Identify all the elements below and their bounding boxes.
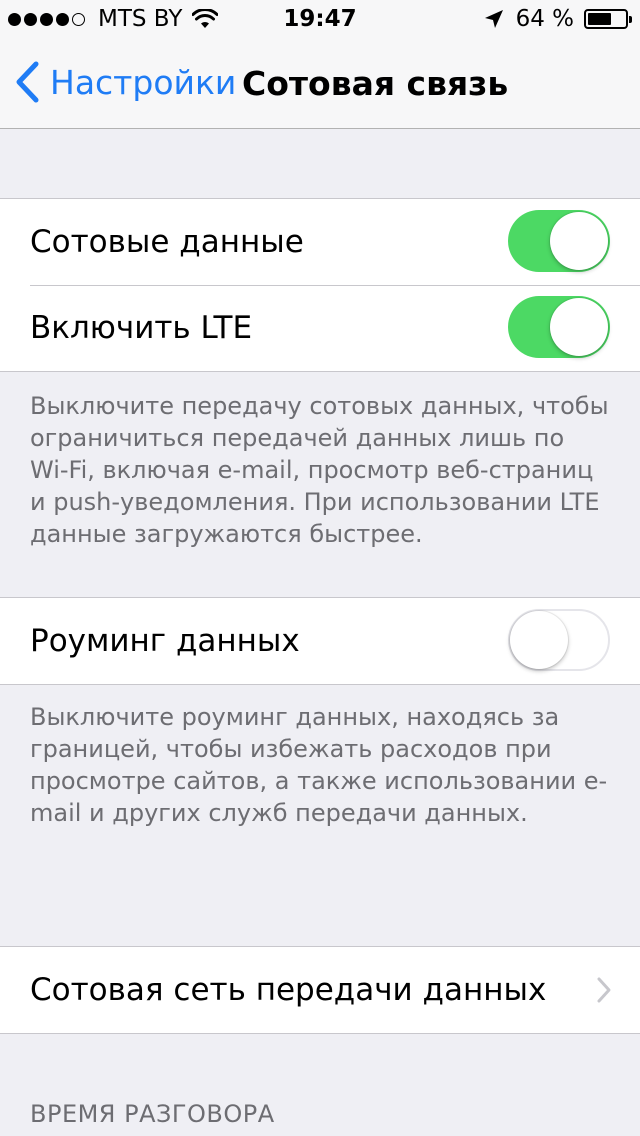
status-bar: MTS BY 19:47 64 % xyxy=(0,0,640,40)
section-header-call-time: ВРЕМЯ РАЗГОВОРА xyxy=(30,1100,275,1128)
roaming-group: Роуминг данных xyxy=(0,597,640,685)
battery-icon xyxy=(584,9,632,29)
back-button-label: Настройки xyxy=(50,62,237,102)
enable-lte-toggle[interactable] xyxy=(508,296,610,358)
status-right: 64 % xyxy=(484,6,632,32)
data-network-group: Сотовая сеть передачи данных xyxy=(0,946,640,1034)
enable-lte-label: Включить LTE xyxy=(30,310,253,346)
data-roaming-footer: Выключите роуминг данных, находясь за гр… xyxy=(30,703,608,827)
cellular-data-toggle[interactable] xyxy=(508,210,610,272)
enable-lte-row: Включить LTE xyxy=(0,285,640,371)
chevron-left-icon xyxy=(16,61,39,103)
back-button[interactable]: Настройки xyxy=(14,60,236,104)
data-roaming-toggle[interactable] xyxy=(508,609,610,671)
cellular-data-label: Сотовые данные xyxy=(30,224,304,260)
chevron-right-icon xyxy=(597,977,611,1003)
location-arrow-icon xyxy=(484,10,503,28)
toggle-knob xyxy=(550,212,608,270)
cellular-settings-group: Сотовые данные Включить LTE xyxy=(0,198,640,372)
cellular-data-footer: Выключите передачу сотовых данных, чтобы… xyxy=(30,392,609,548)
page-title: Сотовая связь xyxy=(242,64,509,103)
battery-percent: 64 % xyxy=(515,6,574,32)
cellular-data-network-row[interactable]: Сотовая сеть передачи данных xyxy=(0,947,640,1033)
data-roaming-row: Роуминг данных xyxy=(0,598,640,684)
toggle-knob xyxy=(550,298,608,356)
cellular-data-row: Сотовые данные xyxy=(0,199,640,285)
toggle-knob xyxy=(510,611,568,669)
battery-fill xyxy=(588,13,612,25)
cellular-data-network-label: Сотовая сеть передачи данных xyxy=(30,972,547,1008)
data-roaming-label: Роуминг данных xyxy=(30,623,300,659)
navigation-bar: Настройки Сотовая связь xyxy=(0,40,640,129)
